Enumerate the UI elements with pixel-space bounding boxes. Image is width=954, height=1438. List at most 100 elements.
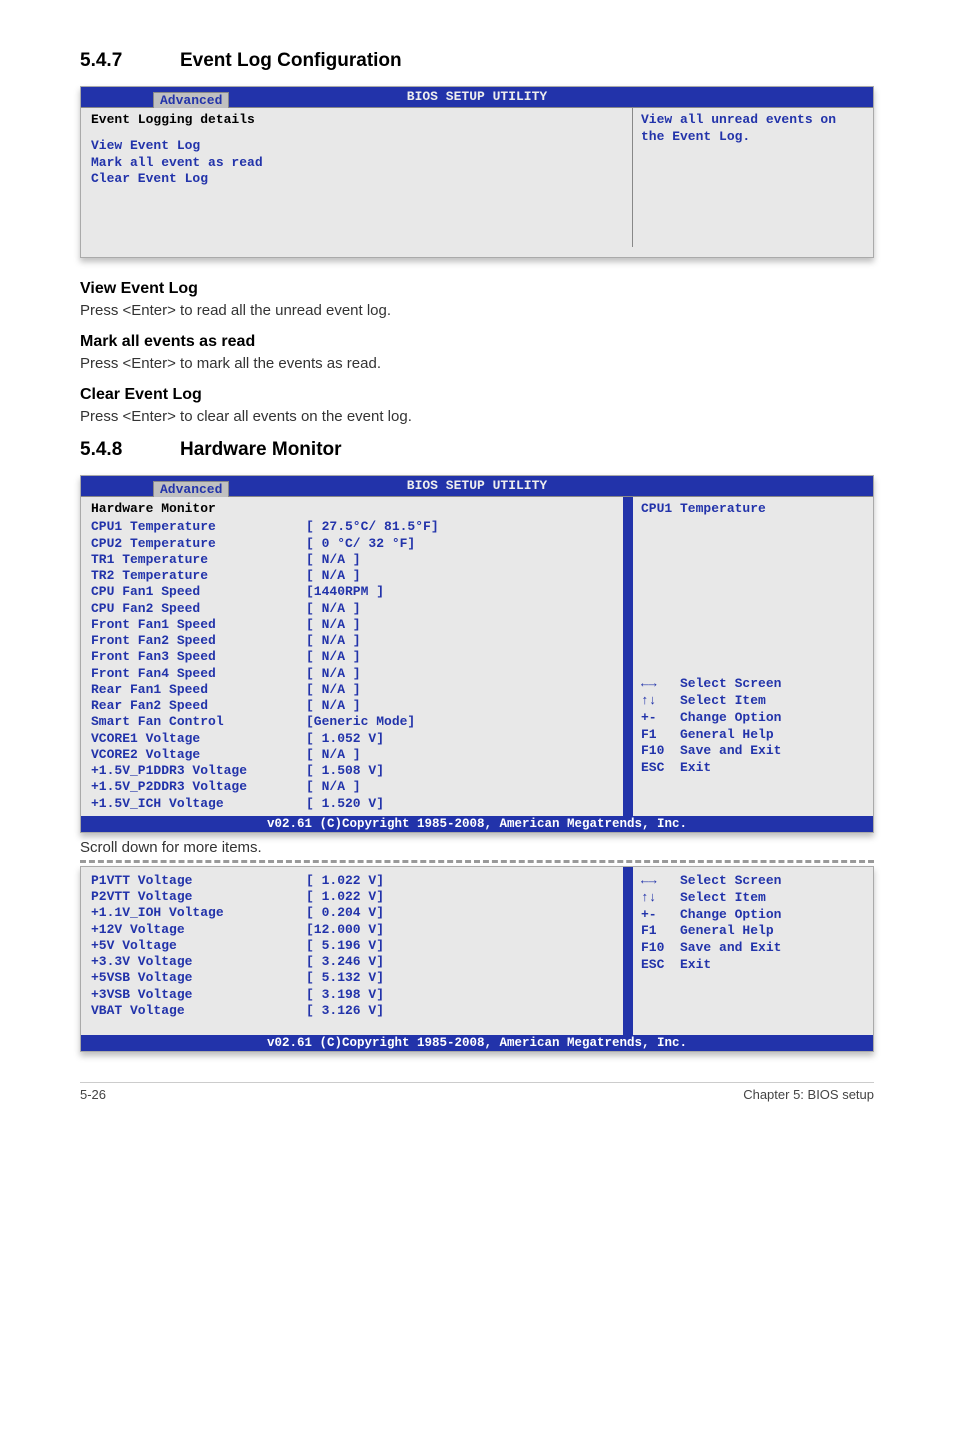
bios-hw-label: +1.5V_P2DDR3 Voltage — [91, 779, 306, 795]
bios-hw-row[interactable]: P1VTT Voltage[ 1.022 V] — [91, 873, 618, 889]
bios-help-text: View all unread events on the Event Log. — [641, 112, 865, 146]
bios-panel-header: Event Logging details — [91, 112, 622, 128]
bios-hw-row[interactable]: Front Fan3 Speed[ N/A ] — [91, 649, 618, 665]
bios-hw-row[interactable]: P2VTT Voltage[ 1.022 V] — [91, 889, 618, 905]
bios-nav-hint: ESC Exit — [641, 760, 865, 777]
bios-hw-row[interactable]: VBAT Voltage[ 3.126 V] — [91, 1003, 618, 1019]
bios-help-panel: CPU1 Temperature ←→ Select Screen↑↓ Sele… — [633, 497, 873, 816]
bios-hw-value: [ 0.204 V] — [306, 905, 384, 921]
bios-body: ▲ ▼ Hardware Monitor CPU1 Temperature[ 2… — [81, 496, 873, 816]
bios-hw-label: VCORE1 Voltage — [91, 731, 306, 747]
bios-title-bar: BIOS SETUP UTILITY Advanced — [81, 476, 873, 496]
bios-hw-label: P1VTT Voltage — [91, 873, 306, 889]
bios-hw-row[interactable]: +5V Voltage[ 5.196 V] — [91, 938, 618, 954]
bios-nav-hint: F10 Save and Exit — [641, 743, 865, 760]
bios-hw-label: P2VTT Voltage — [91, 889, 306, 905]
bios-hw-row[interactable]: CPU Fan2 Speed[ N/A ] — [91, 601, 618, 617]
bios-help-panel: View all unread events on the Event Log. — [633, 108, 873, 247]
bios-menu-item[interactable]: Clear Event Log — [91, 171, 622, 187]
bios-hw-value: [ N/A ] — [306, 617, 361, 633]
page-footer: 5-26 Chapter 5: BIOS setup — [80, 1082, 874, 1102]
bios-hw-row[interactable]: Front Fan2 Speed[ N/A ] — [91, 633, 618, 649]
bios-hw-value: [ 1.022 V] — [306, 873, 384, 889]
bios-screenshot-event-log: BIOS SETUP UTILITY Advanced Event Loggin… — [80, 86, 874, 258]
bios-hw-value: [ 3.198 V] — [306, 987, 384, 1003]
bios-hw-label: CPU Fan1 Speed — [91, 584, 306, 600]
bios-left-panel: ▲ ▼ Hardware Monitor CPU1 Temperature[ 2… — [81, 497, 633, 816]
bios-scrollbar[interactable] — [623, 867, 633, 1035]
bios-hw-label: VCORE2 Voltage — [91, 747, 306, 763]
bios-hw-row[interactable]: +12V Voltage[12.000 V] — [91, 922, 618, 938]
bios-hw-label: +3.3V Voltage — [91, 954, 306, 970]
bios-hw-row[interactable]: +3.3V Voltage[ 3.246 V] — [91, 954, 618, 970]
bios-tab-advanced[interactable]: Advanced — [153, 92, 229, 108]
scroll-up-icon[interactable]: ▲ — [623, 499, 630, 513]
bios-hw-row[interactable]: CPU1 Temperature[ 27.5°C/ 81.5°F] — [91, 519, 618, 535]
bios-nav-hint: ESC Exit — [641, 957, 865, 974]
bios-tab-advanced[interactable]: Advanced — [153, 481, 229, 497]
bios-hw-label: TR1 Temperature — [91, 552, 306, 568]
bios-hw-row[interactable]: Front Fan1 Speed[ N/A ] — [91, 617, 618, 633]
bios-hw-label: Rear Fan2 Speed — [91, 698, 306, 714]
bios-hw-row[interactable]: Front Fan4 Speed[ N/A ] — [91, 666, 618, 682]
bios-hw-row[interactable]: +5VSB Voltage[ 5.132 V] — [91, 970, 618, 986]
bios-hw-label: +1.1V_IOH Voltage — [91, 905, 306, 921]
bios-hw-row[interactable]: VCORE1 Voltage[ 1.052 V] — [91, 731, 618, 747]
bios-hw-row[interactable]: +3VSB Voltage[ 3.198 V] — [91, 987, 618, 1003]
bios-left-panel: Event Logging details View Event Log Mar… — [81, 108, 633, 247]
bios-screenshot-hw-monitor-cont: ▼ P1VTT Voltage[ 1.022 V]P2VTT Voltage[ … — [80, 866, 874, 1052]
bios-title-text: BIOS SETUP UTILITY — [407, 89, 547, 104]
bios-hw-value: [ 3.126 V] — [306, 1003, 384, 1019]
bios-hw-row[interactable]: VCORE2 Voltage[ N/A ] — [91, 747, 618, 763]
scroll-down-icon[interactable]: ▼ — [623, 800, 630, 814]
paratext: Press <Enter> to mark all the events as … — [80, 355, 874, 372]
subhead-clear-event-log: Clear Event Log — [80, 386, 874, 404]
bios-nav-hint: ↑↓ Select Item — [641, 890, 865, 907]
bios-hw-row[interactable]: CPU2 Temperature[ 0 °C/ 32 °F] — [91, 536, 618, 552]
bios-hw-row[interactable]: TR2 Temperature[ N/A ] — [91, 568, 618, 584]
bios-hw-value: [ N/A ] — [306, 779, 361, 795]
bios-hw-label: VBAT Voltage — [91, 1003, 306, 1019]
bios-hw-row[interactable]: +1.1V_IOH Voltage[ 0.204 V] — [91, 905, 618, 921]
bios-help-text: CPU1 Temperature — [641, 501, 865, 518]
subhead-view-event-log: View Event Log — [80, 280, 874, 298]
bios-hw-value: [Generic Mode] — [306, 714, 415, 730]
bios-hw-row[interactable]: Rear Fan1 Speed[ N/A ] — [91, 682, 618, 698]
bios-hw-value: [1440RPM ] — [306, 584, 384, 600]
bios-hw-row[interactable]: CPU Fan1 Speed[1440RPM ] — [91, 584, 618, 600]
bios-hw-label: +12V Voltage — [91, 922, 306, 938]
section-548-heading: 5.4.8 Hardware Monitor — [80, 439, 874, 461]
bios-nav-hint: +- Change Option — [641, 710, 865, 727]
bios-hw-label: CPU2 Temperature — [91, 536, 306, 552]
bios-hw-row[interactable]: +1.5V_P1DDR3 Voltage[ 1.508 V] — [91, 763, 618, 779]
bios-hw-label: Front Fan3 Speed — [91, 649, 306, 665]
bios-nav-hint: F1 General Help — [641, 923, 865, 940]
bios-menu-item[interactable]: View Event Log — [91, 138, 622, 154]
bios-hw-label: +5V Voltage — [91, 938, 306, 954]
bios-hw-value: [ 1.052 V] — [306, 731, 384, 747]
dashed-separator — [80, 860, 874, 863]
bios-hw-row[interactable]: TR1 Temperature[ N/A ] — [91, 552, 618, 568]
bios-hw-value: [ N/A ] — [306, 552, 361, 568]
bios-nav-hint: +- Change Option — [641, 907, 865, 924]
bios-hw-value: [12.000 V] — [306, 922, 384, 938]
section-547-heading: 5.4.7 Event Log Configuration — [80, 50, 874, 72]
bios-hw-value: [ N/A ] — [306, 666, 361, 682]
bios-hw-value: [ 1.022 V] — [306, 889, 384, 905]
scroll-note: Scroll down for more items. — [80, 839, 874, 856]
scroll-down-icon[interactable]: ▼ — [623, 1019, 630, 1033]
bios-hw-label: +3VSB Voltage — [91, 987, 306, 1003]
bios-hw-label: Front Fan2 Speed — [91, 633, 306, 649]
bios-hw-value: [ 3.246 V] — [306, 954, 384, 970]
bios-hw-row[interactable]: +1.5V_P2DDR3 Voltage[ N/A ] — [91, 779, 618, 795]
bios-hw-value: [ N/A ] — [306, 649, 361, 665]
bios-hw-value: [ 1.508 V] — [306, 763, 384, 779]
bios-hw-label: CPU1 Temperature — [91, 519, 306, 535]
bios-hw-row[interactable]: Rear Fan2 Speed[ N/A ] — [91, 698, 618, 714]
bios-hw-row[interactable]: +1.5V_ICH Voltage[ 1.520 V] — [91, 796, 618, 812]
bios-scrollbar[interactable] — [623, 497, 633, 816]
bios-menu-item[interactable]: Mark all event as read — [91, 155, 622, 171]
section-title: Event Log Configuration — [180, 50, 402, 72]
bios-hw-row[interactable]: Smart Fan Control[Generic Mode] — [91, 714, 618, 730]
bios-hw-value: [ N/A ] — [306, 698, 361, 714]
